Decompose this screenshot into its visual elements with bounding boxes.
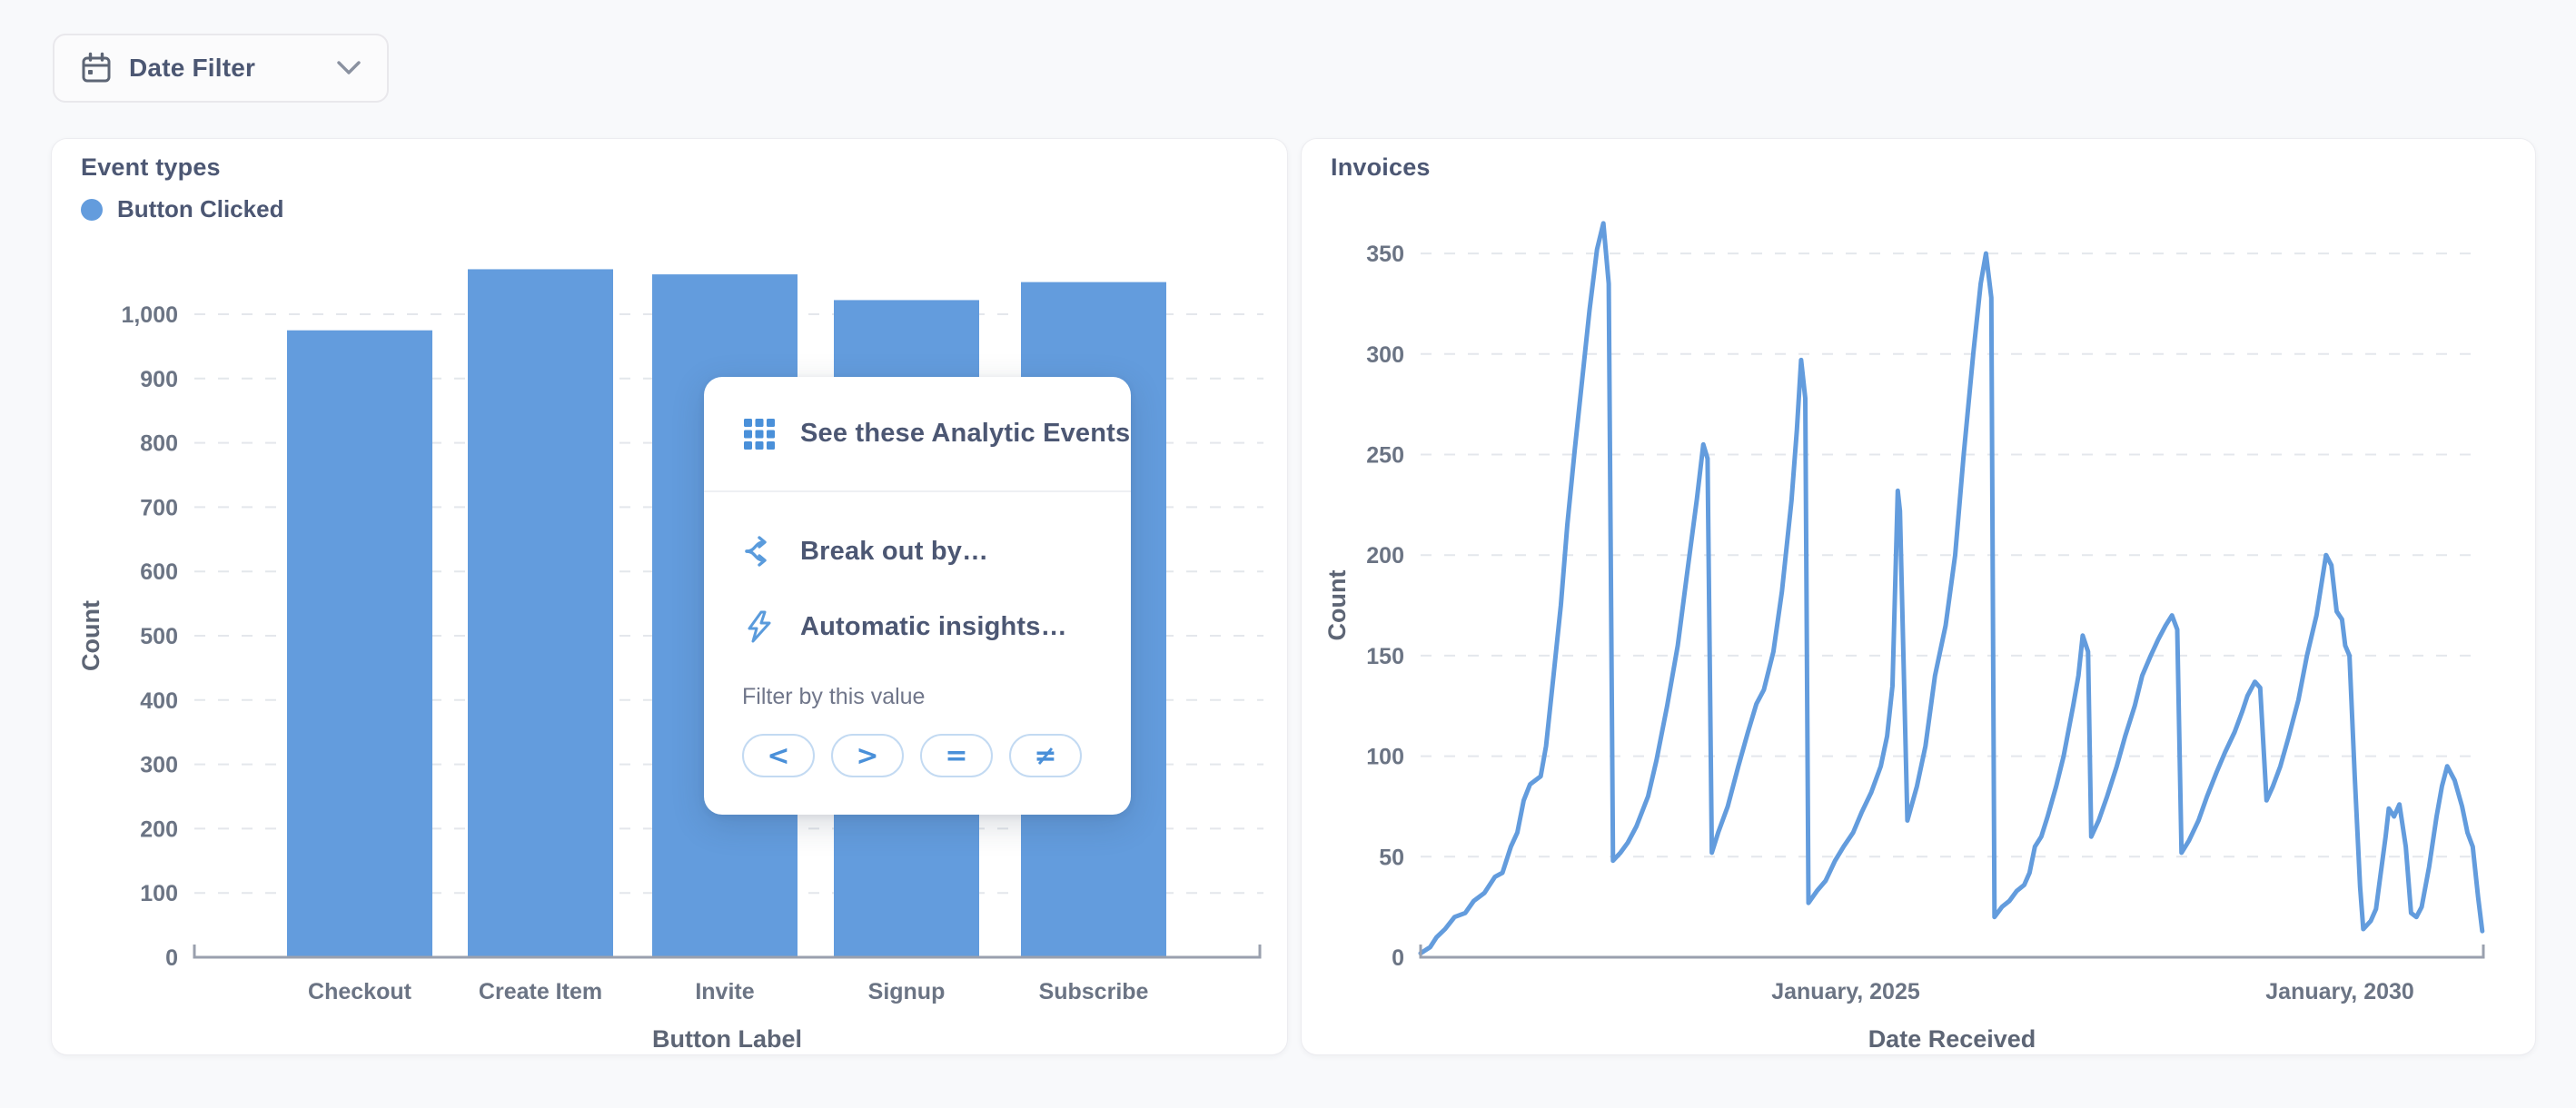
- bar-checkout[interactable]: [287, 330, 432, 957]
- y-axis-title: Count: [77, 600, 104, 671]
- y-tick-label: 300: [140, 753, 178, 778]
- x-tick-label: Invite: [695, 979, 754, 1004]
- x-tick-label: Signup: [868, 979, 946, 1004]
- dashboard-page: { "filter_bar": { "date_filter_label": "…: [0, 0, 2576, 1108]
- y-axis-title: Count: [1323, 570, 1351, 641]
- y-tick-label: 800: [140, 431, 178, 457]
- bar-create-item[interactable]: [468, 269, 613, 957]
- x-tick-label: January, 2030: [2265, 979, 2414, 1004]
- date-filter-button[interactable]: Date Filter: [53, 34, 389, 103]
- insights-bolt-icon: [748, 610, 771, 643]
- y-tick-label: 250: [1366, 443, 1404, 469]
- x-tick-label: Subscribe: [1039, 979, 1149, 1004]
- filter-not-equals-button[interactable]: ≠: [1009, 734, 1082, 777]
- y-tick-label: 200: [140, 816, 178, 842]
- y-tick-label: 150: [1366, 644, 1404, 669]
- y-tick-label: 1,000: [121, 302, 178, 328]
- filter-by-value-label: Filter by this value: [742, 683, 926, 709]
- filter-operator-row: < > = ≠: [742, 734, 1082, 777]
- y-tick-label: 0: [1392, 945, 1404, 971]
- grid-icon: [744, 418, 775, 450]
- filter-greater-than-button[interactable]: >: [831, 734, 904, 777]
- x-axis-title: Date Received: [1868, 1025, 2036, 1053]
- x-tick-label: Create Item: [479, 979, 602, 1004]
- date-filter-label: Date Filter: [129, 54, 256, 82]
- breakout-icon: [745, 536, 767, 567]
- y-tick-label: 100: [1366, 745, 1404, 770]
- y-tick-label: 600: [140, 559, 178, 585]
- y-tick-label: 50: [1379, 845, 1404, 870]
- y-tick-label: 400: [140, 688, 178, 714]
- y-tick-label: 100: [140, 881, 178, 906]
- y-tick-label: 500: [140, 624, 178, 649]
- invoices-line-series[interactable]: [1418, 221, 2485, 956]
- y-tick-label: 200: [1366, 543, 1404, 569]
- chevron-down-icon: [337, 61, 361, 74]
- menu-item-break-out-by[interactable]: Break out by…: [704, 513, 1131, 589]
- menu-item-label: Break out by…: [800, 536, 989, 566]
- y-tick-label: 350: [1366, 242, 1404, 267]
- line-chart: 0 50 100 150 200 250 300 350 Count January, 2025 J…: [1302, 139, 2537, 1061]
- y-tick-label: 0: [165, 945, 178, 971]
- menu-divider: [704, 490, 1131, 492]
- line-chart-svg: 0 50 100 150 200 250 300 350 Count January, 2025 J…: [1323, 221, 2485, 1053]
- chart-context-menu: See these Analytic Events Break out by… …: [704, 377, 1131, 815]
- x-tick-label: January, 2025: [1771, 979, 1920, 1004]
- filter-equals-button[interactable]: =: [920, 734, 993, 777]
- menu-item-automatic-insights[interactable]: Automatic insights…: [704, 589, 1131, 665]
- invoices-card: Invoices 0 50 100 150 200 250 300 350 Count Janua…: [1301, 138, 2536, 1055]
- calendar-icon: [82, 52, 111, 83]
- menu-item-label: Automatic insights…: [800, 611, 1067, 641]
- menu-item-label: See these Analytic Events: [800, 419, 1131, 448]
- y-tick-label: 700: [140, 495, 178, 520]
- filter-less-than-button[interactable]: <: [742, 734, 815, 777]
- y-tick-label: 900: [140, 367, 178, 392]
- menu-item-see-analytic-events[interactable]: See these Analytic Events: [704, 377, 1131, 490]
- x-axis-title: Button Label: [652, 1025, 802, 1053]
- y-tick-label: 300: [1366, 342, 1404, 368]
- x-axis-line: [1419, 945, 2485, 959]
- x-tick-label: Checkout: [308, 979, 412, 1004]
